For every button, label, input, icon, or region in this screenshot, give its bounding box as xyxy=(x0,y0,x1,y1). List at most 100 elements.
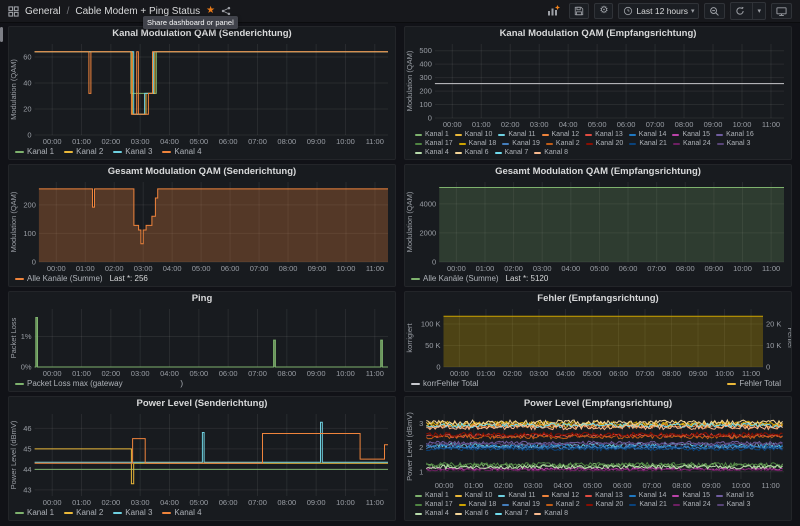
legend-item[interactable]: Kanal 6 xyxy=(455,509,489,518)
analytics-icon[interactable] xyxy=(547,5,560,17)
svg-text:400: 400 xyxy=(419,60,432,69)
svg-text:10:00: 10:00 xyxy=(733,264,752,273)
legend-item[interactable]: Kanal 1 xyxy=(15,508,54,518)
svg-text:11:00: 11:00 xyxy=(762,120,780,129)
tv-mode-button[interactable] xyxy=(771,3,792,19)
legend-item[interactable]: Kanal 3 xyxy=(113,147,152,157)
chart-canvas: 00:0001:0002:0003:0004:0005:0006:0007:00… xyxy=(9,40,395,147)
panel-title[interactable]: Power Level (Senderichtung) xyxy=(9,397,395,410)
legend-item[interactable]: Kanal 4 xyxy=(415,509,449,518)
chart-canvas: 00:0001:0002:0003:0004:0005:0006:0007:00… xyxy=(405,40,791,130)
legend-item[interactable]: Kanal 2 xyxy=(546,500,580,509)
legend-item[interactable]: Kanal 16 xyxy=(716,130,754,139)
legend-label: Kanal 8 xyxy=(544,509,568,518)
legend-label: Packet Loss max (gateway ) xyxy=(27,379,183,389)
settings-button[interactable]: ⚙ xyxy=(594,3,613,19)
legend-item[interactable]: Kanal 20 xyxy=(586,500,624,509)
legend-item[interactable]: Kanal 8 xyxy=(534,509,568,518)
legend-item[interactable]: Packet Loss max (gateway ) xyxy=(15,379,183,389)
legend-item[interactable]: Kanal 7 xyxy=(495,509,529,518)
legend-item[interactable]: Kanal 10 xyxy=(455,491,493,500)
zoom-out-button[interactable] xyxy=(704,3,725,19)
legend-item[interactable]: Kanal 21 xyxy=(629,139,667,148)
legend-item[interactable]: Kanal 10 xyxy=(455,130,493,139)
legend-item[interactable]: Kanal 24 xyxy=(673,500,711,509)
legend-item[interactable]: Kanal 8 xyxy=(534,148,568,157)
legend-item[interactable]: Kanal 12 xyxy=(542,491,580,500)
svg-text:00:00: 00:00 xyxy=(43,498,62,507)
legend-item[interactable]: korrFehler Total xyxy=(411,379,478,389)
legend-swatch xyxy=(542,134,549,136)
legend-item[interactable]: Kanal 13 xyxy=(585,491,623,500)
svg-text:01:00: 01:00 xyxy=(464,481,483,490)
legend-item[interactable]: Kanal 18 xyxy=(459,500,497,509)
panel-title[interactable]: Ping xyxy=(9,292,395,305)
svg-text:4000: 4000 xyxy=(420,199,437,208)
share-icon[interactable] xyxy=(221,6,231,16)
legend-item[interactable]: Alle Kanäle (Summe)Last *: 5120 xyxy=(411,274,548,284)
legend-item[interactable]: Kanal 2 xyxy=(546,139,580,148)
panel-title[interactable]: Gesamt Modulation QAM (Senderichtung) xyxy=(9,165,395,178)
scrollbar-thumb[interactable] xyxy=(0,27,3,42)
legend-item[interactable]: Kanal 1 xyxy=(415,491,449,500)
legend-item[interactable]: Kanal 20 xyxy=(586,139,624,148)
legend-item[interactable]: Kanal 18 xyxy=(459,139,497,148)
legend-item[interactable]: Kanal 11 xyxy=(498,491,535,500)
legend-item[interactable]: Kanal 17 xyxy=(415,139,453,148)
legend-swatch xyxy=(585,134,592,136)
refresh-icon[interactable] xyxy=(731,3,749,19)
svg-text:0: 0 xyxy=(32,258,36,267)
legend-item[interactable]: Kanal 4 xyxy=(162,508,201,518)
time-range-button[interactable]: Last 12 hours ▾ xyxy=(618,3,699,19)
legend-item[interactable]: Kanal 21 xyxy=(629,500,667,509)
legend-label: Kanal 4 xyxy=(174,147,201,157)
refresh-button[interactable]: ▾ xyxy=(730,2,766,20)
legend-item[interactable]: Kanal 12 xyxy=(542,130,580,139)
legend-item[interactable]: Kanal 6 xyxy=(455,148,489,157)
breadcrumb-title[interactable]: Cable Modem + Ping Status xyxy=(75,6,200,17)
chart-area: 00:0001:0002:0003:0004:0005:0006:0007:00… xyxy=(405,305,791,379)
legend-item[interactable]: Kanal 16 xyxy=(716,491,754,500)
svg-text:07:00: 07:00 xyxy=(248,498,267,507)
legend-item[interactable]: Kanal 2 xyxy=(64,508,103,518)
panel-legend: Kanal 1 Kanal 2 Kanal 3 Kanal 4 xyxy=(9,147,395,159)
legend-item[interactable]: Kanal 1 xyxy=(415,130,449,139)
legend-item[interactable]: Kanal 3 xyxy=(717,500,751,509)
chart-canvas: 00:0001:0002:0003:0004:0005:0006:0007:00… xyxy=(405,410,791,491)
legend-item[interactable]: Kanal 1 xyxy=(15,147,54,157)
legend-label: Kanal 4 xyxy=(425,148,449,157)
series-area-0 xyxy=(439,188,784,263)
legend-item[interactable]: Kanal 14 xyxy=(629,130,667,139)
legend-item[interactable]: Kanal 15 xyxy=(672,491,710,500)
legend-label: Kanal 21 xyxy=(639,500,667,509)
legend-item[interactable]: Kanal 24 xyxy=(673,139,711,148)
legend-item[interactable]: Kanal 3 xyxy=(717,139,751,148)
dashboard-grid-icon[interactable] xyxy=(8,6,19,17)
legend-item[interactable]: Kanal 19 xyxy=(502,139,540,148)
legend-item[interactable]: Kanal 11 xyxy=(498,130,535,139)
legend-label: Kanal 11 xyxy=(508,130,535,139)
panel-title[interactable]: Gesamt Modulation QAM (Empfangsrichtung) xyxy=(405,165,791,178)
legend-item[interactable]: Kanal 17 xyxy=(415,500,453,509)
legend-item[interactable]: Kanal 4 xyxy=(162,147,201,157)
panel-title[interactable]: Fehler (Empfangsrichtung) xyxy=(405,292,791,305)
star-icon[interactable]: ★ xyxy=(206,6,215,16)
panel-title[interactable]: Kanal Modulation QAM (Empfangsrichtung) xyxy=(405,27,791,40)
refresh-interval-caret[interactable]: ▾ xyxy=(752,3,765,19)
legend-swatch xyxy=(15,383,24,385)
breadcrumb-section[interactable]: General xyxy=(25,6,61,17)
legend-item[interactable]: Fehler Total xyxy=(727,379,781,389)
legend-item[interactable]: Alle Kanäle (Summe)Last *: 256 xyxy=(15,274,148,284)
save-button[interactable] xyxy=(569,3,589,19)
legend-item[interactable]: Kanal 14 xyxy=(629,491,667,500)
legend-item[interactable]: Kanal 19 xyxy=(502,500,540,509)
legend-item[interactable]: Kanal 13 xyxy=(585,130,623,139)
legend-item[interactable]: Kanal 15 xyxy=(672,130,710,139)
legend-item[interactable]: Kanal 3 xyxy=(113,508,152,518)
legend-item[interactable]: Kanal 2 xyxy=(64,147,103,157)
svg-text:1: 1 xyxy=(419,467,423,476)
svg-text:06:00: 06:00 xyxy=(221,264,240,273)
panel-title[interactable]: Power Level (Empfangsrichtung) xyxy=(405,397,791,410)
legend-item[interactable]: Kanal 4 xyxy=(415,148,449,157)
legend-item[interactable]: Kanal 7 xyxy=(495,148,529,157)
